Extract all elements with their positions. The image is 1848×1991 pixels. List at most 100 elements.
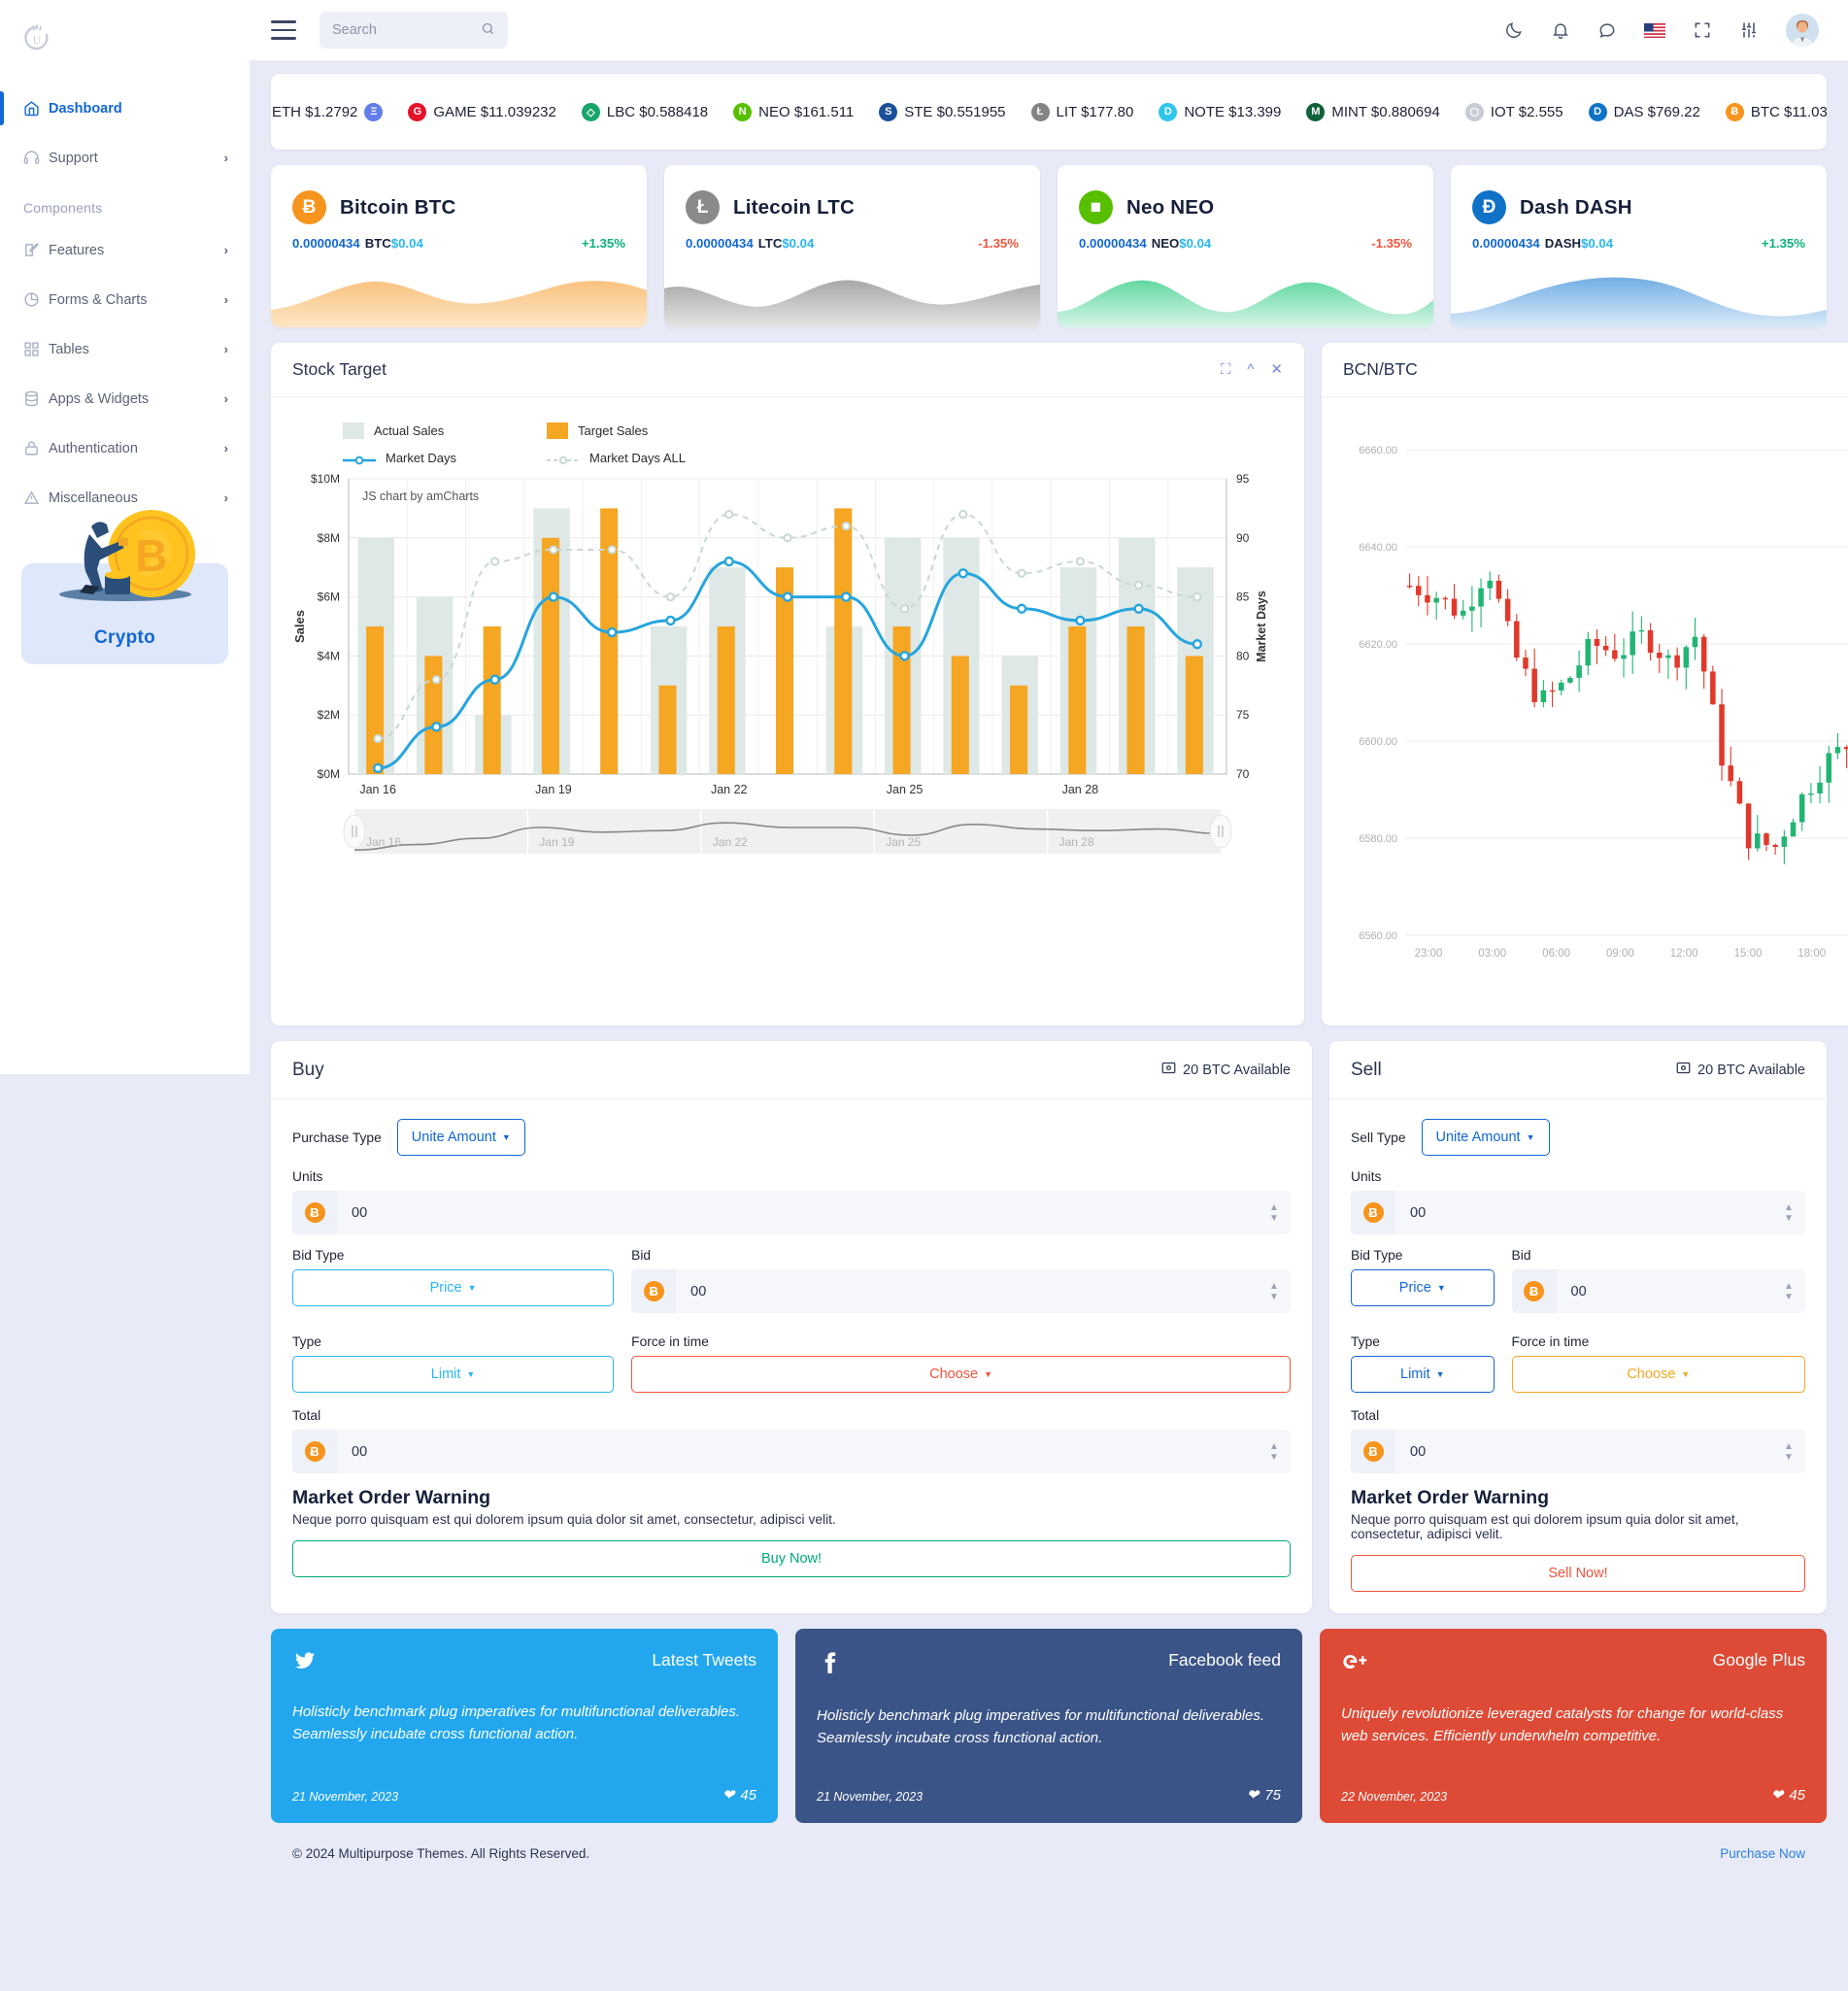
fullscreen-icon[interactable] — [1693, 20, 1712, 40]
sidebar-promo[interactable]: B Crypto — [21, 510, 228, 664]
coin-name: Neo NEO — [1126, 195, 1215, 219]
ticker-item[interactable]: ⬡ IOT $2.555 — [1453, 102, 1576, 121]
buy-warning-text: Neque porro quisquam est qui dolorem ips… — [292, 1512, 836, 1527]
svg-text:Jan 25: Jan 25 — [886, 835, 921, 849]
sidebar-item-forms-charts[interactable]: Forms & Charts › — [0, 275, 250, 324]
buy-bid-input[interactable]: Ƀ 00 ▲ ▼ — [631, 1269, 1291, 1313]
quantity-stepper[interactable]: ▲ ▼ — [1258, 1202, 1291, 1224]
social-date: 21 November, 2023 — [817, 1790, 924, 1804]
moon-icon[interactable] — [1504, 20, 1524, 40]
sidebar-item-tables[interactable]: Tables › — [0, 324, 250, 374]
social-likes[interactable]: ❤ 45 — [1771, 1786, 1805, 1805]
sidebar-item-dashboard[interactable]: Dashboard — [0, 84, 250, 133]
coin-change: -1.35% — [978, 236, 1019, 251]
sell-total-input[interactable]: Ƀ 00 ▲ ▼ — [1351, 1430, 1805, 1473]
legend-item-target-sales[interactable]: Target Sales — [547, 422, 751, 439]
settings-sliders-icon[interactable] — [1739, 20, 1759, 40]
ticker-item[interactable]: M MINT $0.880694 — [1294, 102, 1452, 121]
sell-units-input[interactable]: Ƀ 00 ▲ ▼ — [1351, 1191, 1805, 1234]
coin-card[interactable]: Đ Dash DASH 0.00000434 DASH $0.04 +1.35% — [1451, 165, 1827, 327]
quantity-stepper[interactable]: ▲ ▼ — [1772, 1202, 1805, 1224]
crypto-ticker[interactable]: ETH $1.2792 Ξ G GAME $11.039232 ◇ LBC $0.5884… — [271, 74, 1827, 150]
ticker-item[interactable]: ETH $1.2792 Ξ — [271, 102, 395, 121]
coin-card[interactable]: Ƀ Bitcoin BTC 0.00000434 BTC $0.04 +1.35% — [271, 165, 647, 327]
buy-units-input[interactable]: Ƀ 00 ▲ ▼ — [292, 1191, 1291, 1234]
social-card[interactable]: Google Plus Uniquely revolutionize levera… — [1320, 1629, 1827, 1823]
chat-bubble-icon[interactable] — [1597, 20, 1617, 40]
ticker-item[interactable]: N NEO $161.511 — [721, 102, 866, 121]
sell-warning-title: Market Order Warning — [1351, 1487, 1550, 1508]
sell-now-button[interactable]: Sell Now! — [1351, 1555, 1805, 1592]
social-name: Facebook feed — [1168, 1650, 1281, 1670]
legend-item-market-days-all[interactable]: Market Days ALL — [547, 451, 751, 465]
purchase-now-link[interactable]: Purchase Now — [1720, 1846, 1805, 1861]
buy-now-button[interactable]: Buy Now! — [292, 1540, 1291, 1577]
coin-icon: N — [733, 102, 753, 121]
legend-item-actual-sales[interactable]: Actual Sales — [343, 422, 547, 439]
buy-force-dropdown[interactable]: Choose ▼ — [631, 1356, 1291, 1393]
avatar[interactable] — [1786, 14, 1819, 47]
coin-card[interactable]: ■ Neo NEO 0.00000434 NEO $0.04 -1.35% — [1058, 165, 1433, 327]
sidebar-item-authentication[interactable]: Authentication › — [0, 423, 250, 473]
sidebar-item-label: Tables — [49, 341, 89, 357]
legend-swatch — [343, 454, 376, 464]
flag-us-icon[interactable] — [1644, 22, 1665, 38]
content: ETH $1.2792 Ξ G GAME $11.039232 ◇ LBC $0.5884… — [250, 60, 1848, 1878]
social-likes[interactable]: ❤ 45 — [722, 1786, 756, 1805]
bell-icon[interactable] — [1551, 20, 1570, 40]
buy-total-input[interactable]: Ƀ 00 ▲ ▼ — [292, 1430, 1291, 1473]
ticker-item[interactable]: D DAS $769.22 — [1576, 102, 1713, 121]
ticker-item[interactable]: S STE $0.551955 — [866, 102, 1018, 121]
social-likes[interactable]: ❤ 75 — [1246, 1786, 1281, 1805]
heart-icon: ❤ — [1246, 1787, 1260, 1804]
coin-usd-value: $0.04 — [782, 236, 815, 251]
sell-force-dropdown[interactable]: Choose ▼ — [1511, 1356, 1805, 1393]
available-label: 20 BTC Available — [1697, 1062, 1805, 1078]
facebook-icon — [817, 1650, 842, 1679]
close-icon[interactable]: ✕ — [1270, 362, 1283, 377]
collapse-icon[interactable]: ^ — [1247, 362, 1254, 377]
coin-amount: 0.00000434 — [1472, 236, 1540, 251]
ticker-item[interactable]: Ƀ BTC $11.039232 — [1713, 102, 1827, 121]
sidebar-item-apps-widgets[interactable]: Apps & Widgets › — [0, 374, 250, 423]
search-input[interactable]: Search — [319, 12, 508, 49]
brand[interactable]: U — [0, 0, 250, 78]
quantity-stepper[interactable]: ▲ ▼ — [1772, 1441, 1805, 1463]
coin-icon: G — [408, 102, 427, 121]
field-label: Type — [292, 1334, 321, 1349]
sell-bid-input[interactable]: Ƀ 00 ▲ ▼ — [1511, 1269, 1805, 1313]
sidebar-item-features[interactable]: Features › — [0, 225, 250, 275]
sell-type-dropdown[interactable]: Unite Amount ▼ — [1421, 1119, 1550, 1156]
sell-bid-type-dropdown[interactable]: Price ▼ — [1351, 1269, 1495, 1306]
quantity-stepper[interactable]: ▲ ▼ — [1258, 1281, 1291, 1302]
expand-icon[interactable]: ⛶ — [1221, 362, 1231, 377]
hamburger-menu-icon[interactable] — [271, 20, 296, 40]
sell-limit-dropdown[interactable]: Limit ▼ — [1351, 1356, 1495, 1393]
coin-card[interactable]: Ł Litecoin LTC 0.00000434 LTC $0.04 -1.35% — [664, 165, 1040, 327]
social-text: Holisticly benchmark plug imperatives fo… — [817, 1707, 1265, 1747]
buy-type-dropdown[interactable]: Limit ▼ — [292, 1356, 615, 1393]
coin-sparkline — [271, 267, 647, 327]
quantity-stepper[interactable]: ▲ ▼ — [1772, 1281, 1805, 1302]
search-icon — [481, 21, 495, 40]
ticker-label: IOT $2.555 — [1490, 103, 1563, 120]
likes-count: 45 — [1789, 1786, 1805, 1804]
social-card[interactable]: Facebook feed Holisticly benchmark plug i… — [795, 1629, 1302, 1823]
stock-target-chart[interactable]: Actual Sales Target Sales Market Days Ma… — [271, 397, 1304, 866]
sidebar-item-support[interactable]: Support › — [0, 133, 250, 183]
ticker-item[interactable]: D NOTE $13.399 — [1146, 102, 1294, 121]
social-card[interactable]: Latest Tweets Holisticly benchmark plug i… — [271, 1629, 778, 1823]
ticker-item[interactable]: G GAME $11.039232 — [395, 102, 568, 121]
svg-text:$2M: $2M — [318, 708, 340, 722]
input-value: 00 — [1410, 1204, 1427, 1221]
buy-purchase-type-dropdown[interactable]: Unite Amount ▼ — [396, 1119, 525, 1156]
bcn-btc-chart[interactable]: 6560.00 6580.00 6600.00 6620.00 6640.00 6660.… — [1322, 397, 1848, 1026]
legend-item-market-days[interactable]: Market Days — [343, 451, 547, 465]
ticker-item[interactable]: ◇ LBC $0.588418 — [569, 102, 721, 121]
coin-icon: ■ — [1079, 190, 1113, 224]
ticker-item[interactable]: Ł LIT $177.80 — [1019, 102, 1147, 121]
quantity-stepper[interactable]: ▲ ▼ — [1258, 1441, 1291, 1463]
buy-bid-type-dropdown[interactable]: Price ▼ — [292, 1269, 615, 1306]
panel-title: Buy — [292, 1059, 324, 1080]
sidebar-item-label: Support — [49, 150, 98, 166]
